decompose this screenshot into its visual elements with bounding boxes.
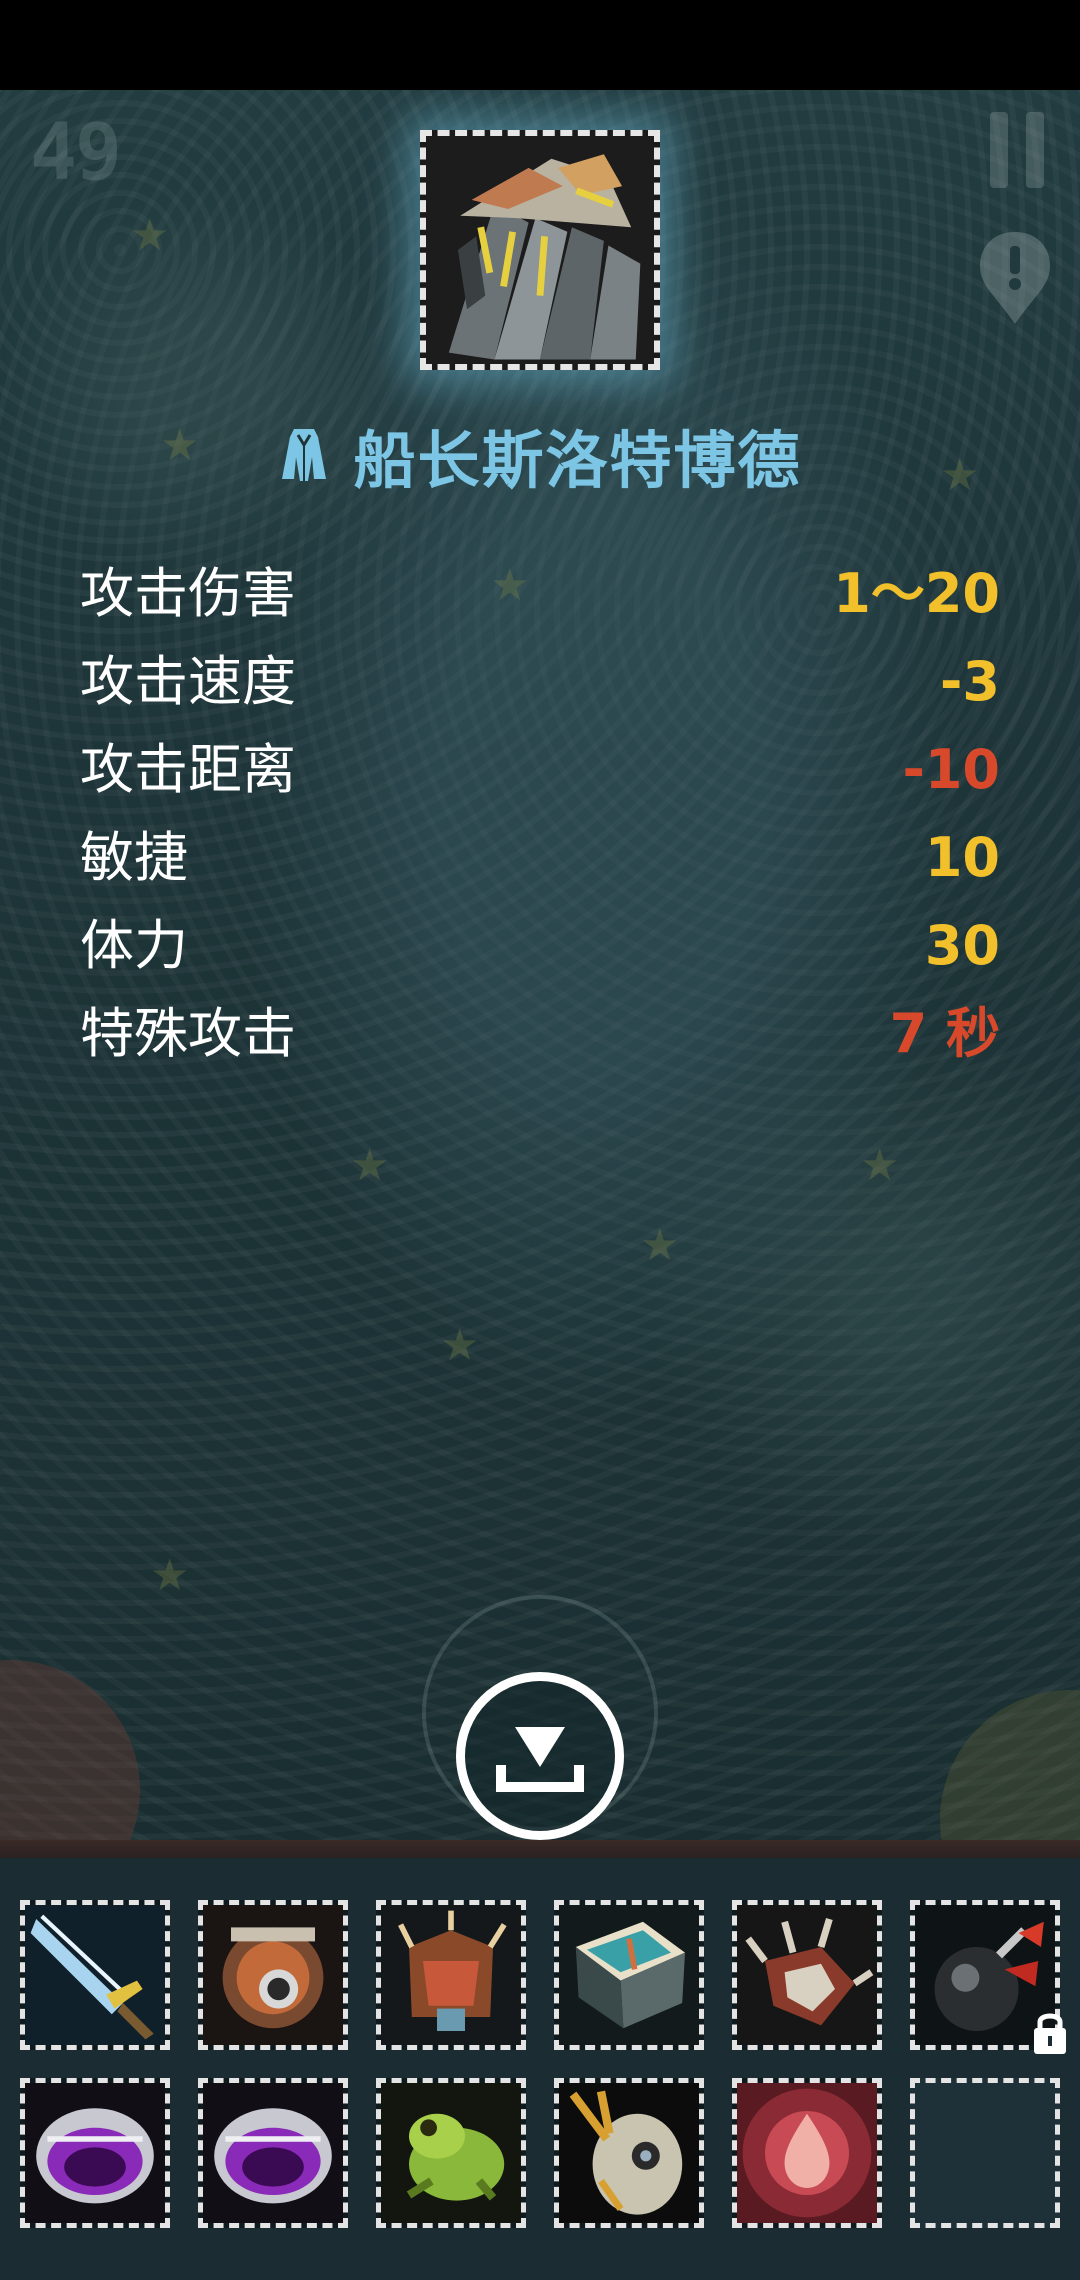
stat-value: 1～20 [833,562,1000,625]
unequip-download-icon [496,1727,584,1792]
skull-mask-item-icon [559,2083,699,2223]
sword-item-icon [25,1905,165,2045]
hud-divider [0,1840,1080,1858]
stat-value: 10 [924,826,1000,889]
stat-label: 特殊攻击 [80,1002,296,1065]
inventory-panel [0,1858,1080,2280]
spiked-armor-item-icon [381,1905,521,2045]
unequip-button[interactable] [456,1672,624,1840]
inventory-slot[interactable] [198,2078,348,2228]
inventory-slot[interactable] [376,1900,526,2050]
shield-gear-item-icon [203,1905,343,2045]
stat-row: 攻击伤害 1～20 [80,554,1000,634]
stat-label: 攻击距离 [80,738,296,801]
inventory-slot[interactable] [376,2078,526,2228]
purple-ring-item-icon [25,2083,165,2223]
frog-item-icon [381,2083,521,2223]
stat-row: 攻击速度 -3 [80,642,1000,722]
stat-row: 敏捷 10 [80,818,1000,898]
star-decoration: ★ [440,1320,480,1371]
inventory-slot[interactable] [554,2078,704,2228]
inventory-slot[interactable] [554,1900,704,2050]
pause-bar [990,112,1008,188]
alert-icon[interactable] [976,230,1054,326]
stat-row: 体力 30 [80,906,1000,986]
energy-orb [940,1690,1080,1840]
purple-ring-item-icon [203,2083,343,2223]
item-name: 船长斯洛特博德 [353,424,802,497]
pause-button[interactable] [990,112,1046,188]
stat-value: 30 [924,914,1000,977]
spiked-claw-item-icon [737,1905,877,2045]
pause-bar [1026,112,1044,188]
stat-row: 攻击距离 -10 [80,730,1000,810]
item-portrait [420,130,660,370]
inventory-slot[interactable] [198,1900,348,2050]
stat-label: 攻击速度 [80,650,296,713]
star-decoration: ★ [130,210,170,261]
star-decoration: ★ [640,1220,680,1271]
robe-icon [278,427,330,483]
star-decoration: ★ [150,1550,190,1601]
red-potion-item-icon [737,2083,877,2223]
item-title: 船长斯洛特博德 [0,410,1080,500]
stat-label: 敏捷 [80,826,188,889]
stat-value: -3 [940,650,1000,713]
star-decoration: ★ [860,1140,900,1191]
inventory-slot[interactable] [732,1900,882,2050]
empty-slot[interactable] [910,2078,1060,2228]
game-board: ★ ★ ★ ★ ★ ★ ★ ★ ★ 49 船长斯洛特博德 攻击伤害 1～20 攻… [0,90,1080,1840]
star-decoration: ★ [350,1140,390,1191]
stat-value: -10 [902,738,1000,801]
inventory-slot[interactable] [732,2078,882,2228]
inventory-slot[interactable] [20,2078,170,2228]
captain-coat-item-icon [426,136,654,364]
level-counter: 49 [30,108,122,198]
inventory-slot[interactable] [20,1900,170,2050]
stat-label: 攻击伤害 [80,562,296,625]
stat-row: 特殊攻击 7 秒 [80,994,1000,1074]
health-orb [0,1660,140,1840]
stat-value: 7 秒 [889,1002,1000,1065]
teal-chest-item-icon [559,1905,699,2045]
lock-icon [1030,2008,1070,2056]
stat-label: 体力 [80,914,188,977]
